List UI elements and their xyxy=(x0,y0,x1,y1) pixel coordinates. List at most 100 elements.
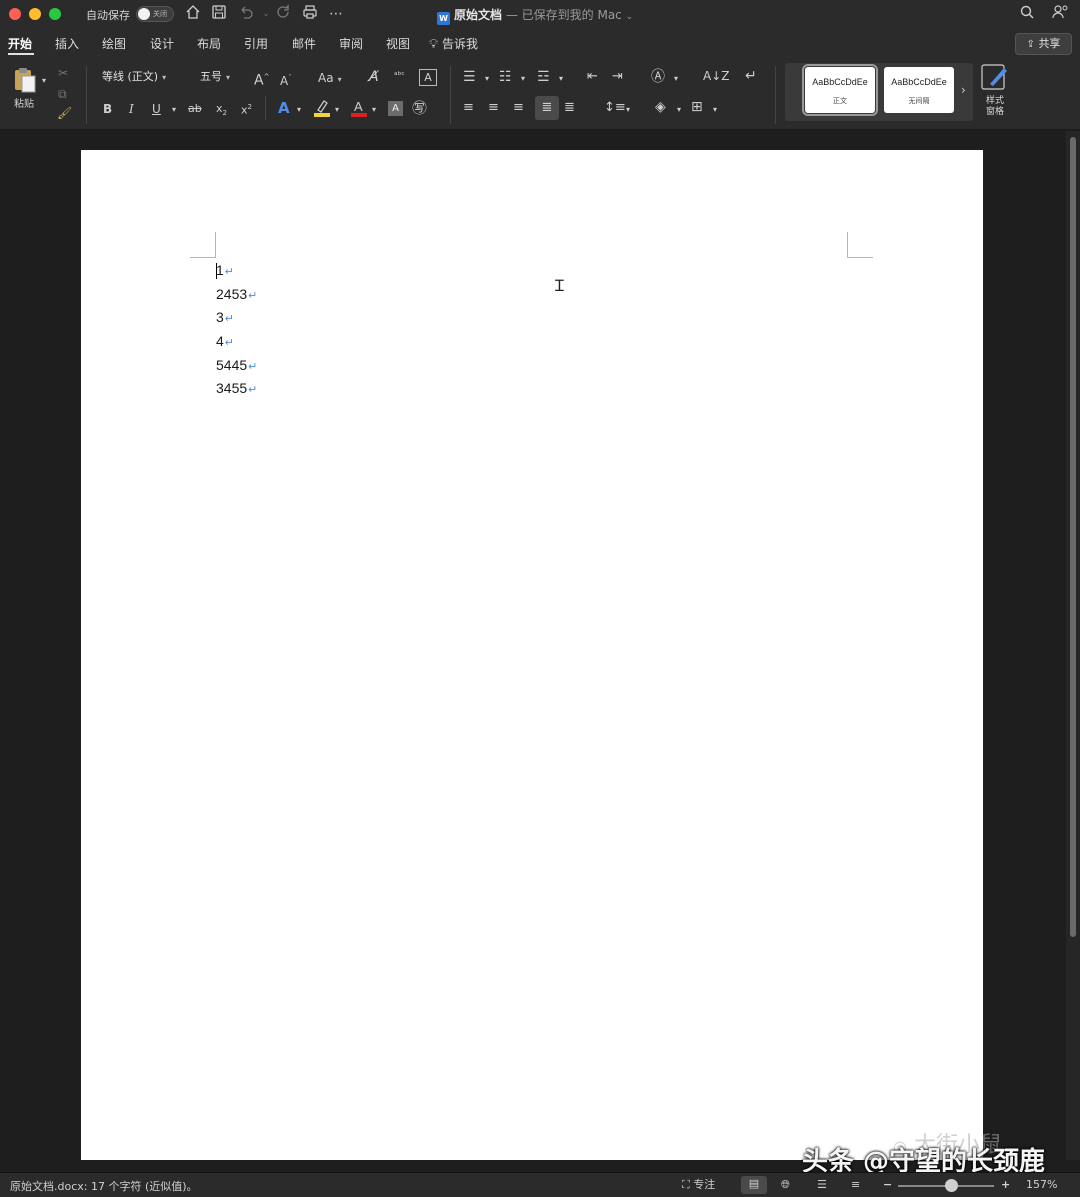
more-icon[interactable]: ⋯ xyxy=(326,4,346,24)
share-button[interactable]: ⇪ 共享 xyxy=(1015,33,1072,55)
paste-dropdown-icon[interactable]: ▾ xyxy=(42,72,46,90)
paragraph[interactable]: 1↵ xyxy=(216,259,257,283)
chevron-down-icon[interactable]: ▾ xyxy=(559,70,563,88)
tell-me[interactable]: 💡︎ 告诉我 xyxy=(429,35,478,52)
chevron-down-icon[interactable]: ▾ xyxy=(626,101,630,119)
sort-icon[interactable]: A↓Z xyxy=(703,67,729,85)
paragraph[interactable]: 3↵ xyxy=(216,306,257,330)
tab-draw[interactable]: 绘图 xyxy=(102,35,126,52)
grow-font-icon[interactable]: A^ xyxy=(254,68,269,90)
shrink-font-icon[interactable]: Aˇ xyxy=(280,69,292,90)
zoom-in-icon[interactable]: + xyxy=(1001,1177,1010,1193)
numbering-icon[interactable]: ☷ xyxy=(499,68,512,86)
outline-view-icon[interactable]: ☰ xyxy=(817,1177,827,1193)
font-size-select[interactable]: 五号 ▾ xyxy=(196,67,248,87)
maximize-window-button[interactable] xyxy=(49,8,61,20)
copy-icon[interactable]: ⧉ xyxy=(58,85,67,103)
paragraph[interactable]: 5445↵ xyxy=(216,354,257,378)
styles-pane-button[interactable]: 样式 窗格 xyxy=(979,62,1011,118)
shading-icon[interactable]: ◈ xyxy=(655,98,666,116)
text-effects-icon[interactable]: A xyxy=(278,99,290,117)
justify-icon[interactable]: ≣ xyxy=(535,96,559,120)
chevron-down-icon[interactable]: ▾ xyxy=(372,101,376,119)
scrollbar-thumb[interactable] xyxy=(1070,137,1076,937)
chevron-down-icon[interactable]: ▾ xyxy=(335,101,339,119)
character-border-icon[interactable]: A xyxy=(419,69,437,86)
styles-more-icon[interactable]: › xyxy=(961,81,966,99)
vertical-scrollbar[interactable] xyxy=(1066,131,1080,1160)
bold-icon[interactable]: B xyxy=(103,100,112,118)
tab-mailings[interactable]: 邮件 xyxy=(292,35,316,52)
chevron-down-icon[interactable]: ▾ xyxy=(521,70,525,88)
search-icon[interactable] xyxy=(1017,4,1037,24)
highlight-color-icon[interactable] xyxy=(313,98,331,123)
print-icon[interactable] xyxy=(300,4,320,24)
chevron-down-icon[interactable]: ▾ xyxy=(485,70,489,88)
italic-icon[interactable]: I xyxy=(129,100,134,118)
zoom-level[interactable]: 157% xyxy=(1026,1177,1057,1193)
show-formatting-marks-icon[interactable]: ↵ xyxy=(745,67,757,85)
increase-indent-icon[interactable]: ⇥ xyxy=(612,68,623,86)
style-no-spacing[interactable]: AaBbCcDdEe 无间隔 xyxy=(884,67,954,113)
paragraph[interactable]: 3455↵ xyxy=(216,377,257,401)
chevron-down-icon[interactable]: ▾ xyxy=(674,70,678,88)
undo-icon[interactable] xyxy=(236,4,256,24)
strikethrough-icon[interactable]: ab xyxy=(188,100,202,118)
character-shading-icon[interactable]: A xyxy=(388,101,403,116)
chevron-down-icon[interactable]: ▾ xyxy=(713,101,717,119)
borders-icon[interactable]: ⊞ xyxy=(691,98,703,116)
paragraph[interactable]: 2453↵ xyxy=(216,283,257,307)
zoom-out-icon[interactable]: − xyxy=(883,1177,892,1193)
chevron-down-icon[interactable]: ▾ xyxy=(297,101,301,119)
document-body[interactable]: 1↵ 2453↵ 3↵ 4↵ 5445↵ 3455↵ xyxy=(216,259,257,401)
align-center-icon[interactable]: ≡ xyxy=(488,99,499,117)
style-normal[interactable]: AaBbCcDdEe 正文 xyxy=(802,64,878,116)
tab-layout[interactable]: 布局 xyxy=(197,35,221,52)
cut-icon[interactable]: ✂ xyxy=(58,64,68,82)
align-right-icon[interactable]: ≡ xyxy=(513,99,524,117)
title-bar: 自动保存 关闭 ⌄ ⋯ W 原始文档 — 已保存到我的 Mac ⌄ xyxy=(0,0,1080,28)
underline-icon[interactable]: U xyxy=(152,100,161,118)
tab-references[interactable]: 引用 xyxy=(244,35,268,52)
bullets-icon[interactable]: ☰ xyxy=(463,68,476,86)
asian-layout-icon[interactable]: Ⓐ xyxy=(651,68,665,86)
clear-formatting-icon[interactable]: A̸ xyxy=(369,68,379,86)
close-window-button[interactable] xyxy=(9,8,21,20)
tab-design[interactable]: 设计 xyxy=(150,35,174,52)
word-count-status[interactable]: 原始文档.docx: 17 个字符 (近似值)。 xyxy=(10,1178,198,1194)
web-layout-view-icon[interactable]: 🌐︎ xyxy=(781,1177,790,1193)
focus-button[interactable]: ⛶ 专注 xyxy=(682,1177,715,1193)
format-painter-icon[interactable]: 🖌︎ xyxy=(57,104,72,122)
align-left-icon[interactable]: ≡ xyxy=(463,99,474,117)
save-icon[interactable] xyxy=(209,4,229,24)
subscript-icon[interactable]: x2 xyxy=(216,100,227,122)
tab-view[interactable]: 视图 xyxy=(386,35,410,52)
paste-button[interactable] xyxy=(10,66,40,99)
chevron-down-icon[interactable]: ▾ xyxy=(172,101,176,119)
print-layout-view-icon[interactable]: ▤ xyxy=(741,1176,767,1194)
multilevel-list-icon[interactable]: ☲ xyxy=(537,68,550,86)
draft-view-icon[interactable]: ≡ xyxy=(851,1177,860,1193)
redo-icon[interactable] xyxy=(274,4,294,24)
tab-review[interactable]: 审阅 xyxy=(339,35,363,52)
undo-dropdown-icon[interactable]: ⌄ xyxy=(256,4,276,24)
title-chevron-icon[interactable]: ⌄ xyxy=(626,12,634,22)
enclose-characters-icon[interactable]: ㊢ xyxy=(412,99,427,117)
tab-insert[interactable]: 插入 xyxy=(55,35,79,52)
font-name-select[interactable]: 等线 (正文) ▾ xyxy=(98,67,190,87)
line-spacing-icon[interactable]: ↕≡ xyxy=(604,99,626,117)
account-icon[interactable] xyxy=(1050,4,1070,24)
chevron-down-icon[interactable]: ▾ xyxy=(677,101,681,119)
home-icon[interactable] xyxy=(183,4,203,24)
zoom-slider-knob[interactable] xyxy=(945,1179,958,1192)
decrease-indent-icon[interactable]: ⇤ xyxy=(587,68,598,86)
autosave-toggle[interactable]: 关闭 xyxy=(136,6,174,22)
distributed-icon[interactable]: ≣ xyxy=(564,99,575,117)
change-case-button[interactable]: Aa ▾ xyxy=(318,69,342,89)
superscript-icon[interactable]: x2 xyxy=(241,98,252,120)
font-color-icon[interactable]: A xyxy=(350,98,368,123)
paragraph[interactable]: 4↵ xyxy=(216,330,257,354)
tab-home[interactable]: 开始 xyxy=(8,35,32,52)
phonetic-guide-icon[interactable]: ᵃᵇᶜ xyxy=(394,67,405,85)
minimize-window-button[interactable] xyxy=(29,8,41,20)
